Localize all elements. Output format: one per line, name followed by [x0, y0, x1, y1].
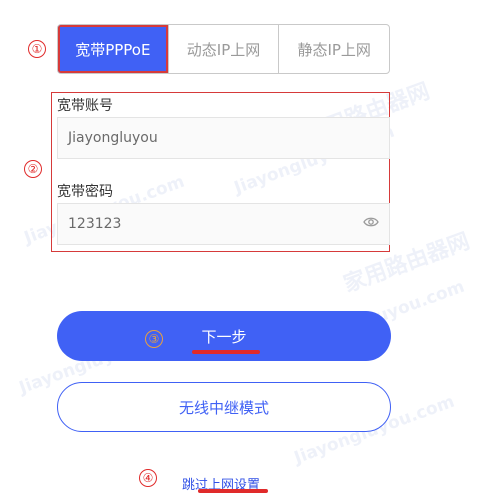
wireless-repeater-button[interactable]: 无线中继模式: [57, 382, 391, 432]
connection-type-tabs: 宽带PPPoE 动态IP上网 静态IP上网: [57, 24, 390, 74]
account-label: 宽带账号: [57, 98, 113, 114]
skip-link-highlight: [198, 489, 268, 493]
tab-pppoe[interactable]: 宽带PPPoE: [58, 25, 168, 73]
annotation-marker-2: ②: [24, 160, 42, 178]
tab-static-ip[interactable]: 静态IP上网: [278, 25, 389, 73]
password-value: 123123: [68, 216, 122, 232]
wireless-repeater-label: 无线中继模式: [178, 398, 269, 417]
tab-dynamic-ip[interactable]: 动态IP上网: [167, 25, 279, 73]
account-input[interactable]: Jiayongluyou: [57, 117, 390, 159]
next-button-label: 下一步: [201, 327, 247, 346]
account-value: Jiayongluyou: [68, 130, 158, 146]
password-label: 宽带密码: [57, 184, 113, 200]
annotation-marker-1: ①: [28, 40, 46, 58]
eye-icon[interactable]: [363, 216, 379, 232]
annotation-marker-3-circle: ③: [145, 330, 163, 348]
annotation-marker-4: ④: [139, 469, 157, 487]
next-button-highlight: [192, 350, 260, 354]
annotation-marker-3: ③: [145, 330, 163, 348]
password-input[interactable]: 123123: [57, 203, 390, 245]
